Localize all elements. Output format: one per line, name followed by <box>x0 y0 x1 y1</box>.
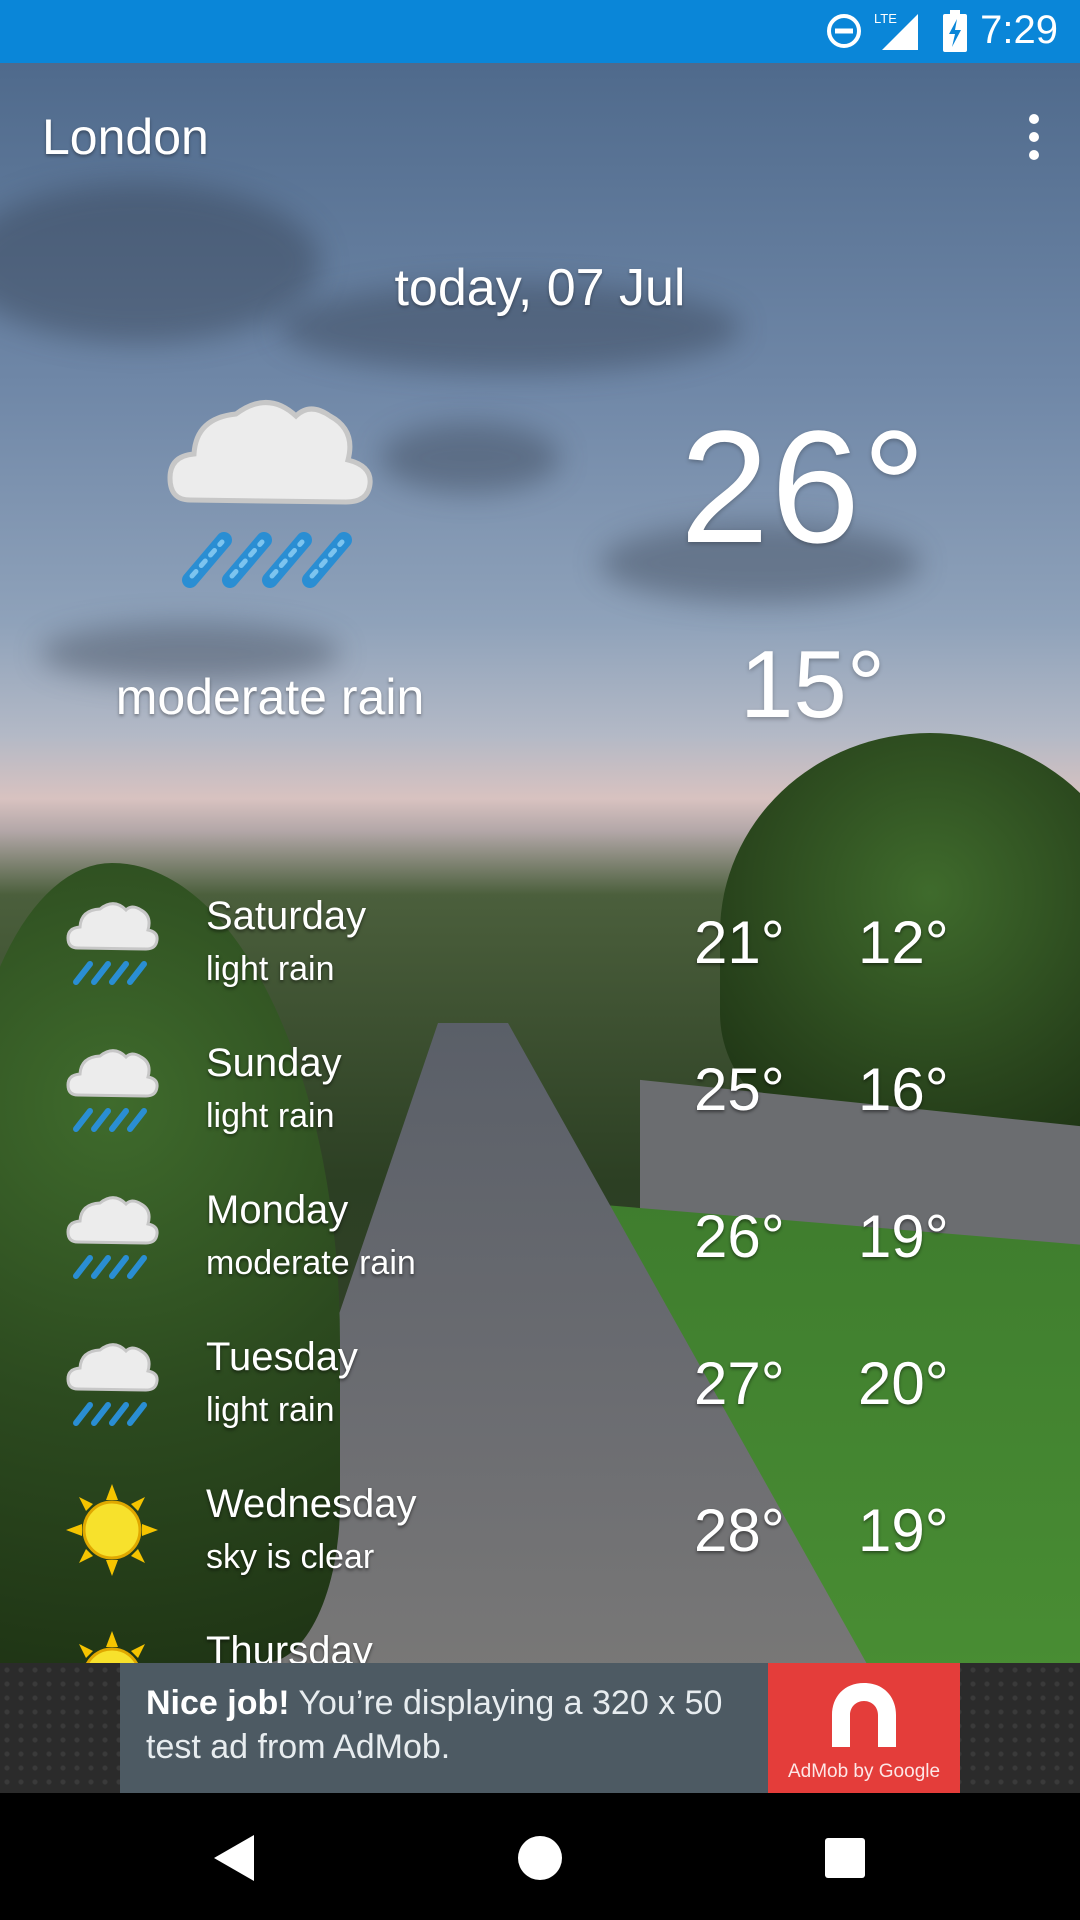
forecast-low: 19° <box>858 1203 949 1270</box>
forecast-row[interactable]: Wednesday sky is clear 28° 19° <box>0 1468 1080 1615</box>
forecast-row[interactable]: Tuesday light rain 27° 20° <box>0 1321 1080 1468</box>
forecast-list[interactable]: Saturday light rain 21° 12° Sunday light… <box>0 880 1080 1663</box>
back-icon[interactable] <box>200 1823 270 1893</box>
forecast-day: Tuesday <box>206 1335 358 1379</box>
admob-logo: AdMob by Google <box>768 1663 960 1793</box>
today-condition: moderate rain <box>115 669 425 725</box>
forecast-row[interactable]: Saturday light rain 21° 12° <box>0 880 1080 1027</box>
recents-icon[interactable] <box>810 1823 880 1893</box>
forecast-condition: light rain <box>206 1391 335 1429</box>
forecast-condition: light rain <box>206 950 335 988</box>
forecast-condition: moderate rain <box>206 1244 416 1282</box>
forecast-low: 20° <box>858 1350 949 1417</box>
status-bar: LTE 7:29 <box>0 0 1080 63</box>
battery-charging-icon <box>943 10 967 52</box>
forecast-low: 16° <box>858 1056 949 1123</box>
forecast-low: 19° <box>858 1497 949 1564</box>
city-title: London <box>42 109 209 165</box>
network-label: LTE <box>874 11 897 26</box>
ad-message: Nice job! You’re displaying a 320 x 50 t… <box>146 1681 746 1769</box>
rain-cloud-icon <box>66 902 159 985</box>
sun-icon <box>79 1631 145 1663</box>
rain-cloud-icon <box>167 400 373 588</box>
rain-cloud-icon <box>66 1049 159 1132</box>
forecast-day: Thursday <box>206 1629 373 1663</box>
sun-icon <box>66 1484 158 1576</box>
forecast-condition: sky is clear <box>206 1538 375 1576</box>
ad-bold-text: Nice job! <box>146 1684 290 1722</box>
forecast-condition: light rain <box>206 1097 335 1135</box>
admob-caption: AdMob by Google <box>787 1761 941 1782</box>
forecast-row[interactable]: Monday moderate rain 26° 19° <box>0 1174 1080 1321</box>
rain-cloud-icon <box>66 1343 159 1426</box>
forecast-high: 26° <box>694 1203 785 1270</box>
more-vert-icon[interactable] <box>1024 112 1044 162</box>
navigation-bar <box>0 1793 1080 1920</box>
forecast-day: Sunday <box>206 1041 342 1085</box>
forecast-high: 25° <box>694 1056 785 1123</box>
admob-test-ad[interactable]: Nice job! You’re displaying a 320 x 50 t… <box>120 1663 960 1793</box>
admob-logo-icon <box>832 1683 896 1747</box>
today-low-temp: 15° <box>740 631 886 738</box>
forecast-row[interactable]: Thursday <box>0 1615 1080 1663</box>
forecast-high: 21° <box>694 909 785 976</box>
status-time: 7:29 <box>980 8 1058 52</box>
rain-cloud-icon <box>66 1196 159 1279</box>
today-high-temp: 26° <box>680 397 928 576</box>
forecast-low: 12° <box>858 909 949 976</box>
forecast-row[interactable]: Sunday light rain 25° 16° <box>0 1027 1080 1174</box>
today-date: today, 07 Jul <box>394 259 686 317</box>
forecast-day: Monday <box>206 1188 349 1232</box>
do-not-disturb-icon <box>827 14 861 48</box>
forecast-high: 28° <box>694 1497 785 1564</box>
home-icon[interactable] <box>505 1823 575 1893</box>
lte-signal-icon: LTE <box>874 11 918 50</box>
forecast-day: Saturday <box>206 894 367 938</box>
forecast-day: Wednesday <box>206 1482 417 1526</box>
forecast-high: 27° <box>694 1350 785 1417</box>
ad-area: Nice job! You’re displaying a 320 x 50 t… <box>0 1663 1080 1793</box>
